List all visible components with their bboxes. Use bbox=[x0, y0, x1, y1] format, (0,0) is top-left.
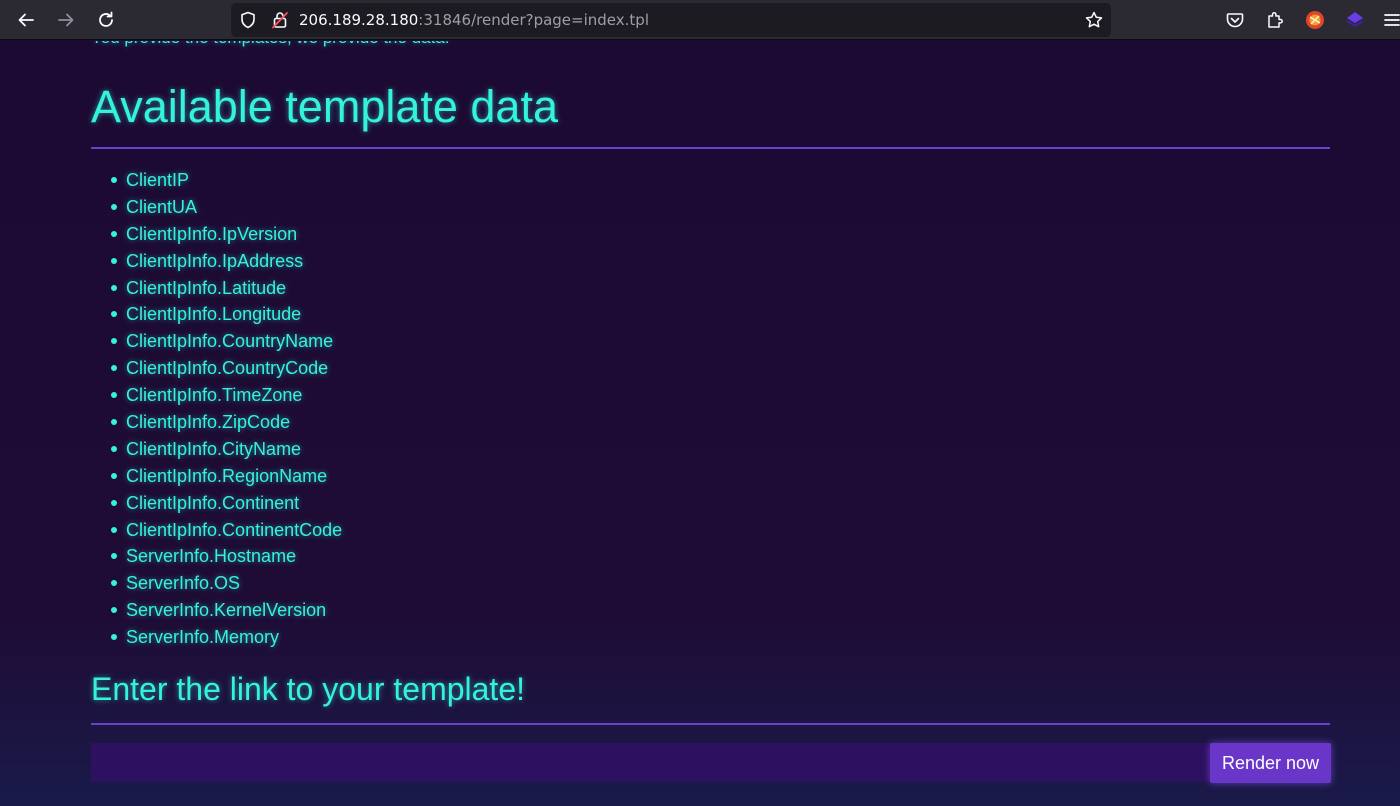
divider bbox=[91, 723, 1330, 725]
list-item-label: ClientIpInfo.Latitude bbox=[126, 277, 287, 298]
list-item-label: ServerInfo.KernelVersion bbox=[126, 600, 327, 621]
menu-icon[interactable] bbox=[1380, 8, 1400, 32]
list-item-label: ClientIpInfo.IpAddress bbox=[126, 250, 304, 271]
insecure-lock-icon[interactable] bbox=[268, 8, 292, 32]
back-icon[interactable] bbox=[13, 7, 39, 33]
list-item-label: ClientIpInfo.ContinentCode bbox=[126, 519, 343, 540]
pocket-icon[interactable] bbox=[1223, 8, 1247, 32]
bullet-icon bbox=[111, 365, 117, 372]
url-path: :31846/render?page=index.tpl bbox=[418, 11, 649, 29]
bullet-icon bbox=[111, 203, 117, 210]
page-content: You provide the templates, we provide th… bbox=[0, 41, 1400, 806]
list-item: ClientIpInfo.CityName bbox=[91, 438, 342, 465]
list-item-label: ClientIpInfo.ZipCode bbox=[126, 412, 291, 433]
list-item: ClientIpInfo.CountryCode bbox=[91, 357, 342, 384]
list-item: ClientIpInfo.ContinentCode bbox=[91, 519, 342, 546]
list-item: ClientIpInfo.Continent bbox=[91, 492, 342, 519]
list-item-label: ClientIpInfo.IpVersion bbox=[126, 223, 298, 244]
bullet-icon bbox=[111, 419, 117, 426]
list-item: ClientIpInfo.ZipCode bbox=[91, 411, 342, 438]
render-now-button[interactable]: Render now bbox=[1210, 743, 1331, 783]
url-bar[interactable]: 206.189.28.180:31846/render?page=index.t… bbox=[231, 3, 1111, 37]
bullet-icon bbox=[111, 230, 117, 237]
list-item: ClientUA bbox=[91, 196, 342, 223]
bullet-icon bbox=[111, 284, 117, 291]
list-item-label: ClientIpInfo.TimeZone bbox=[126, 385, 303, 406]
divider bbox=[91, 147, 1330, 149]
url-text[interactable]: 206.189.28.180:31846/render?page=index.t… bbox=[299, 11, 649, 29]
forward-icon[interactable] bbox=[53, 7, 79, 33]
list-item: ClientIpInfo.Latitude bbox=[91, 277, 342, 304]
bullet-icon bbox=[111, 580, 117, 587]
bullet-icon bbox=[111, 257, 117, 264]
list-item-label: ServerInfo.Hostname bbox=[126, 546, 297, 567]
bullet-icon bbox=[111, 392, 117, 399]
shield-icon[interactable] bbox=[236, 8, 260, 32]
bullet-icon bbox=[111, 177, 117, 183]
list-item-label: ClientIpInfo.CityName bbox=[126, 438, 302, 459]
bullet-icon bbox=[111, 445, 117, 452]
enter-link-heading: Enter the link to your template! bbox=[91, 671, 525, 707]
browser-toolbar: 206.189.28.180:31846/render?page=index.t… bbox=[0, 0, 1400, 40]
reload-icon[interactable] bbox=[93, 7, 119, 33]
list-item-label: ClientIpInfo.CountryCode bbox=[126, 358, 329, 379]
template-data-list: ClientIP ClientUA ClientIpInfo.IpVersion Cl… bbox=[91, 169, 342, 653]
extension-icon[interactable] bbox=[1343, 8, 1367, 32]
list-item: ClientIpInfo.CountryName bbox=[91, 330, 342, 357]
list-item: ServerInfo.Memory bbox=[91, 626, 342, 653]
list-item-label: ClientIP bbox=[126, 170, 190, 190]
bullet-icon bbox=[111, 526, 117, 533]
bullet-icon bbox=[111, 499, 117, 506]
list-item: ServerInfo.Hostname bbox=[91, 545, 342, 572]
list-item-label: ClientIpInfo.Continent bbox=[126, 492, 300, 513]
list-item: ClientIP bbox=[91, 169, 342, 196]
bullet-icon bbox=[111, 338, 117, 345]
available-data-heading: Available template data bbox=[91, 81, 558, 132]
list-item-label: ClientIpInfo.Longitude bbox=[126, 304, 302, 325]
extensions-icon[interactable] bbox=[1263, 8, 1287, 32]
list-item: ClientIpInfo.IpAddress bbox=[91, 250, 342, 277]
list-item: ClientIpInfo.RegionName bbox=[91, 465, 342, 492]
list-item-label: ClientIpInfo.RegionName bbox=[126, 465, 328, 486]
bullet-icon bbox=[111, 634, 117, 641]
list-item: ClientIpInfo.Longitude bbox=[91, 303, 342, 330]
list-item-label: ServerInfo.Memory bbox=[126, 627, 280, 648]
intro-text: You provide the templates, we provide th… bbox=[91, 41, 450, 49]
bullet-icon bbox=[111, 607, 117, 614]
list-item: ServerInfo.OS bbox=[91, 572, 342, 599]
list-item-label: ClientIpInfo.CountryName bbox=[126, 331, 334, 352]
bullet-icon bbox=[111, 553, 117, 560]
bullet-icon bbox=[111, 472, 117, 479]
list-item: ServerInfo.KernelVersion bbox=[91, 599, 342, 626]
profile-avatar-icon[interactable] bbox=[1303, 8, 1327, 32]
list-item-label: ServerInfo.OS bbox=[126, 573, 241, 594]
bullet-icon bbox=[111, 311, 117, 318]
url-host: 206.189.28.180 bbox=[299, 11, 419, 29]
list-item: ClientIpInfo.IpVersion bbox=[91, 223, 342, 250]
template-link-input[interactable] bbox=[91, 743, 1210, 782]
list-item-label: ClientUA bbox=[126, 196, 198, 217]
list-item: ClientIpInfo.TimeZone bbox=[91, 384, 342, 411]
bookmark-star-icon[interactable] bbox=[1082, 8, 1106, 32]
